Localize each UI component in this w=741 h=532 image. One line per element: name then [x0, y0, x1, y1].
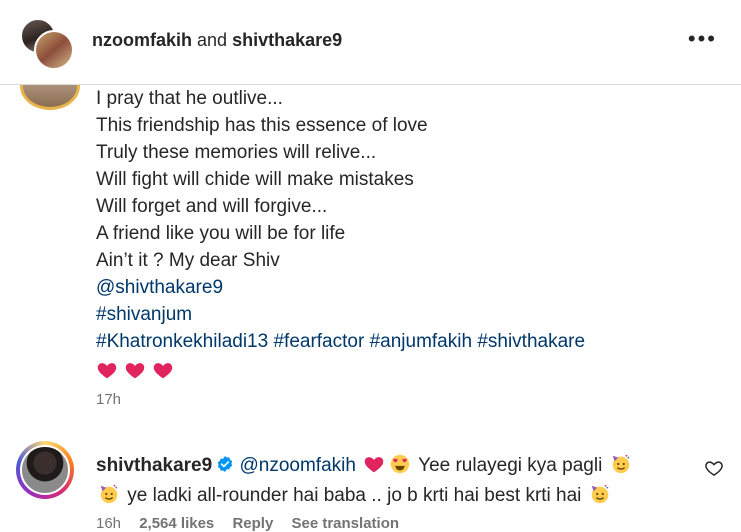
red-heart-icon: [363, 453, 385, 475]
caption-line: Will forget and will forgive...: [96, 196, 328, 217]
collab-title: nzoomfakih and shivthakare9: [92, 30, 342, 51]
caption-line: Will fight will chide will make mistakes: [96, 169, 414, 190]
story-ring[interactable]: [16, 441, 74, 499]
red-heart-icon: [152, 359, 174, 381]
caption: I pray that he outlive... This friendshi…: [96, 85, 585, 383]
avatar: [20, 445, 70, 495]
mention-link[interactable]: @shivthakare9: [96, 274, 585, 301]
avatar: [34, 30, 74, 70]
caption-line: Ain’t it ? My dear Shiv: [96, 250, 280, 271]
party-face-emoji-icon: [610, 453, 632, 475]
caption-line: Truly these memories will relive...: [96, 142, 377, 163]
comment-text-part: Yee rulayegi kya pagli: [418, 455, 603, 476]
comment-time[interactable]: 16h: [96, 515, 121, 532]
username-link[interactable]: nzoomfakih: [92, 30, 192, 50]
hashtag-link[interactable]: #shivthakare: [477, 331, 585, 352]
caption-line: A friend like you will be for life: [96, 223, 346, 244]
comment-username[interactable]: shivthakare9: [96, 455, 212, 476]
collab-avatars[interactable]: [20, 18, 74, 70]
red-heart-icon: [96, 359, 118, 381]
hashtag-link[interactable]: #fearfactor: [273, 331, 364, 352]
see-translation-button[interactable]: See translation: [291, 515, 399, 532]
more-horizontal-icon[interactable]: •••: [688, 28, 717, 50]
hashtag-link[interactable]: #anjumfakih: [370, 331, 472, 352]
reply-button[interactable]: Reply: [232, 515, 273, 532]
and-text: and: [197, 30, 228, 50]
hashtag-link[interactable]: #shivanjum: [96, 301, 585, 328]
comment-likes[interactable]: 2,564 likes: [139, 515, 214, 532]
heart-emojis: [96, 356, 585, 383]
mention-link[interactable]: @nzoomfakih: [239, 455, 355, 476]
party-face-emoji-icon: [98, 483, 120, 505]
post-time[interactable]: 17h: [96, 391, 121, 408]
caption-line: This friendship has this essence of love: [96, 115, 428, 136]
hashtag-link[interactable]: #Khatronkekhiladi13: [96, 331, 268, 352]
heart-eyes-emoji-icon: [389, 453, 411, 475]
comment-text-part: ye ladki all-rounder hai baba .. jo b kr…: [127, 485, 582, 506]
comment-text: shivthakare9 @nzoomfakih Yee rulayegi ky…: [96, 451, 696, 511]
comment-meta: 16h 2,564 likes Reply See translation: [96, 515, 413, 532]
username-link[interactable]: shivthakare9: [232, 30, 342, 50]
party-face-emoji-icon: [589, 483, 611, 505]
caption-line: I pray that he outlive...: [96, 88, 283, 109]
red-heart-icon: [124, 359, 146, 381]
heart-outline-icon[interactable]: [704, 458, 726, 480]
verified-badge-icon: [216, 453, 234, 472]
post-header: nzoomfakih and shivthakare9 •••: [0, 0, 741, 85]
